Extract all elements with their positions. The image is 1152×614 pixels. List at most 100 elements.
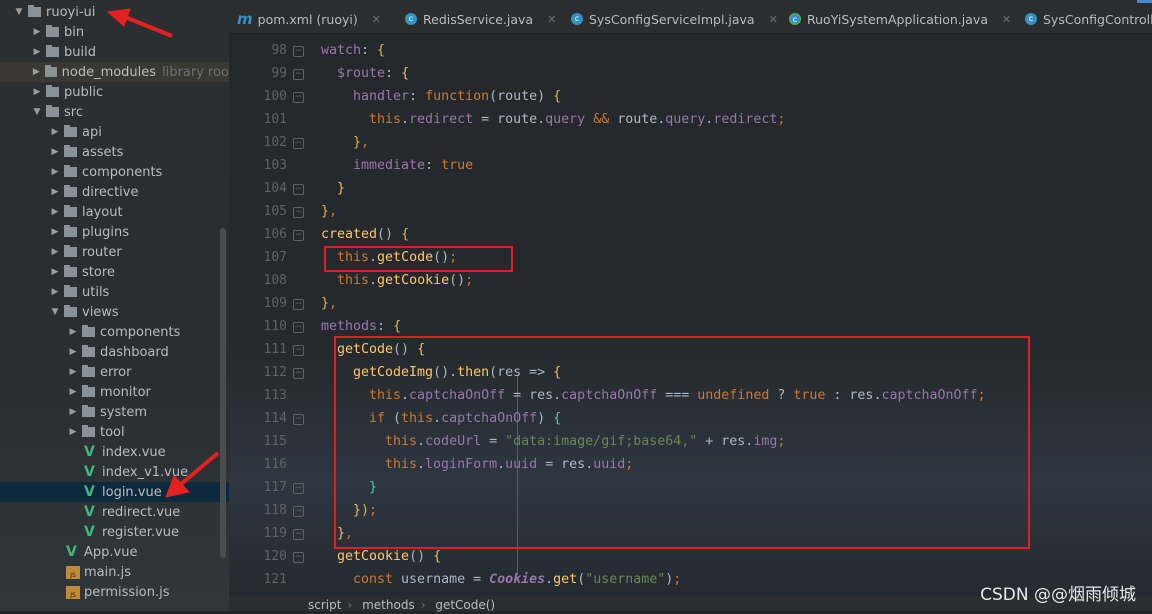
tree-item[interactable]: JS permission.js bbox=[0, 582, 229, 602]
tree-item[interactable]: ▶ public bbox=[0, 82, 229, 102]
code-token: $route bbox=[337, 66, 386, 81]
code-token: { bbox=[393, 319, 402, 334]
fold-end-icon[interactable]: − bbox=[293, 506, 304, 517]
fold-collapse-icon[interactable]: − bbox=[293, 69, 304, 80]
chevron-right-icon[interactable]: ▶ bbox=[66, 347, 80, 357]
chevron-right-icon[interactable]: ▶ bbox=[48, 247, 62, 257]
tree-item[interactable]: ▶ store bbox=[0, 262, 229, 282]
fold-end-icon[interactable]: − bbox=[293, 138, 304, 149]
code-line[interactable]: methods: { bbox=[321, 319, 401, 334]
tree-item[interactable]: ▶ layout bbox=[0, 202, 229, 222]
tree-item[interactable]: ▶ build bbox=[0, 42, 229, 62]
close-icon[interactable]: ✕ bbox=[769, 13, 778, 26]
tree-item[interactable]: ▶ bin bbox=[0, 22, 229, 42]
chevron-right-icon[interactable]: ▶ bbox=[48, 267, 62, 277]
tab-redis-service[interactable]: c RedisService.java ✕ bbox=[405, 6, 556, 32]
tree-item[interactable]: V App.vue bbox=[0, 542, 229, 562]
folder-icon bbox=[64, 165, 77, 177]
breadcrumb-getcode[interactable]: getCode() bbox=[435, 598, 495, 612]
tree-item[interactable]: ▶ api bbox=[0, 122, 229, 142]
fold-collapse-icon[interactable]: − bbox=[293, 230, 304, 241]
code-line[interactable]: } bbox=[337, 181, 345, 196]
tree-item[interactable]: ▼ src bbox=[0, 102, 229, 122]
close-icon[interactable]: ✕ bbox=[547, 13, 556, 26]
code-line[interactable]: created() { bbox=[321, 227, 409, 242]
fold-collapse-icon[interactable]: − bbox=[293, 322, 304, 333]
fold-collapse-icon[interactable]: − bbox=[293, 368, 304, 379]
tab-ruoyi-system-application[interactable]: c RuoYiSystemApplication.java ✕ bbox=[789, 6, 1011, 32]
fold-end-icon[interactable]: − bbox=[293, 483, 304, 494]
tab-pom-xml[interactable]: m pom.xml (ruoyi) ✕ bbox=[237, 6, 381, 32]
tree-item[interactable]: ▶ assets bbox=[0, 142, 229, 162]
chevron-right-icon[interactable]: ▶ bbox=[30, 67, 43, 77]
chevron-right-icon[interactable]: ▶ bbox=[66, 327, 80, 337]
tree-item[interactable]: ▶ directive bbox=[0, 182, 229, 202]
close-icon[interactable]: ✕ bbox=[1002, 13, 1011, 26]
fold-end-icon[interactable]: − bbox=[293, 299, 304, 310]
tree-item[interactable]: Vredirect.vue bbox=[0, 502, 229, 522]
sidebar-scrollbar[interactable] bbox=[220, 228, 226, 558]
fold-end-icon[interactable]: − bbox=[293, 207, 304, 218]
chevron-right-icon[interactable]: ▶ bbox=[48, 287, 62, 297]
tab-sysconfig-controller[interactable]: c SysConfigControlle bbox=[1025, 6, 1152, 32]
breadcrumb-methods[interactable]: methods bbox=[362, 598, 415, 612]
tree-item[interactable]: ▶ plugins bbox=[0, 222, 229, 242]
chevron-right-icon[interactable]: ▶ bbox=[48, 147, 62, 157]
code-line[interactable]: this.redirect = route.query && route.que… bbox=[369, 112, 785, 127]
tree-item[interactable]: ▶ dashboard bbox=[0, 342, 229, 362]
tree-item[interactable]: ▶ system bbox=[0, 402, 229, 422]
tree-item[interactable]: Vlogin.vue bbox=[0, 482, 229, 502]
chevron-right-icon[interactable]: ▶ bbox=[66, 367, 80, 377]
code-line[interactable]: watch: { bbox=[321, 43, 385, 58]
chevron-down-icon[interactable]: ▼ bbox=[48, 307, 62, 317]
tree-item[interactable]: ▶ components bbox=[0, 162, 229, 182]
chevron-right-icon[interactable]: ▶ bbox=[48, 227, 62, 237]
tree-item[interactable]: ▶ monitor bbox=[0, 382, 229, 402]
code-line[interactable]: }, bbox=[321, 204, 337, 219]
fold-collapse-icon[interactable]: − bbox=[293, 345, 304, 356]
chevron-right-icon[interactable]: ▶ bbox=[48, 127, 62, 137]
tree-item[interactable]: ▶ components bbox=[0, 322, 229, 342]
code-line[interactable]: }, bbox=[321, 296, 337, 311]
chevron-right-icon[interactable]: ▶ bbox=[66, 427, 80, 437]
fold-collapse-icon[interactable]: − bbox=[293, 92, 304, 103]
code-line[interactable]: getCookie() { bbox=[337, 549, 441, 564]
chevron-right-icon[interactable]: ▶ bbox=[66, 407, 80, 417]
fold-end-icon[interactable]: − bbox=[293, 529, 304, 540]
tree-item[interactable]: Vindex_v1.vue bbox=[0, 462, 229, 482]
tree-item[interactable]: ▶ utils bbox=[0, 282, 229, 302]
fold-end-icon[interactable]: − bbox=[293, 184, 304, 195]
fold-collapse-icon[interactable]: − bbox=[293, 414, 304, 425]
tree-item[interactable]: ▼ views bbox=[0, 302, 229, 322]
tree-item[interactable]: Vindex.vue bbox=[0, 442, 229, 462]
chevron-right-icon[interactable]: ▶ bbox=[48, 167, 62, 177]
chevron-down-icon[interactable]: ▼ bbox=[12, 7, 26, 17]
code-line[interactable]: $route: { bbox=[337, 66, 409, 81]
tree-item[interactable]: ▶ error bbox=[0, 362, 229, 382]
code-line[interactable]: immediate: true bbox=[353, 158, 473, 173]
tree-item[interactable]: ▶ tool bbox=[0, 422, 229, 442]
chevron-right-icon[interactable]: ▶ bbox=[30, 47, 44, 57]
tab-sysconfig-service-impl[interactable]: c SysConfigServiceImpl.java ✕ bbox=[571, 6, 778, 32]
tree-item[interactable]: ▶ node_modules library roo bbox=[0, 62, 229, 82]
tree-item[interactable]: Vregister.vue bbox=[0, 522, 229, 542]
code-line[interactable]: this.getCookie(); bbox=[337, 273, 473, 288]
line-number: 103 bbox=[263, 158, 287, 173]
chevron-right-icon[interactable]: ▶ bbox=[66, 387, 80, 397]
code-line[interactable]: handler: function(route) { bbox=[353, 89, 561, 104]
chevron-right-icon[interactable]: ▶ bbox=[30, 87, 44, 97]
tree-item[interactable]: ▶ router bbox=[0, 242, 229, 262]
chevron-down-icon[interactable]: ▼ bbox=[30, 107, 44, 117]
breadcrumb-script[interactable]: script bbox=[308, 598, 341, 612]
code-line[interactable]: const username = Cookies.get("username")… bbox=[353, 572, 681, 587]
fold-collapse-icon[interactable]: − bbox=[293, 46, 304, 57]
code-line[interactable]: }, bbox=[353, 135, 369, 150]
chevron-right-icon[interactable]: ▶ bbox=[30, 27, 44, 37]
chevron-right-icon[interactable]: ▶ bbox=[48, 187, 62, 197]
code-token: : bbox=[425, 158, 442, 173]
tree-item[interactable]: ▼ ruoyi-ui bbox=[0, 2, 229, 22]
chevron-right-icon[interactable]: ▶ bbox=[48, 207, 62, 217]
close-icon[interactable]: ✕ bbox=[372, 13, 381, 26]
tree-item[interactable]: JS main.js bbox=[0, 562, 229, 582]
fold-collapse-icon[interactable]: − bbox=[293, 552, 304, 563]
